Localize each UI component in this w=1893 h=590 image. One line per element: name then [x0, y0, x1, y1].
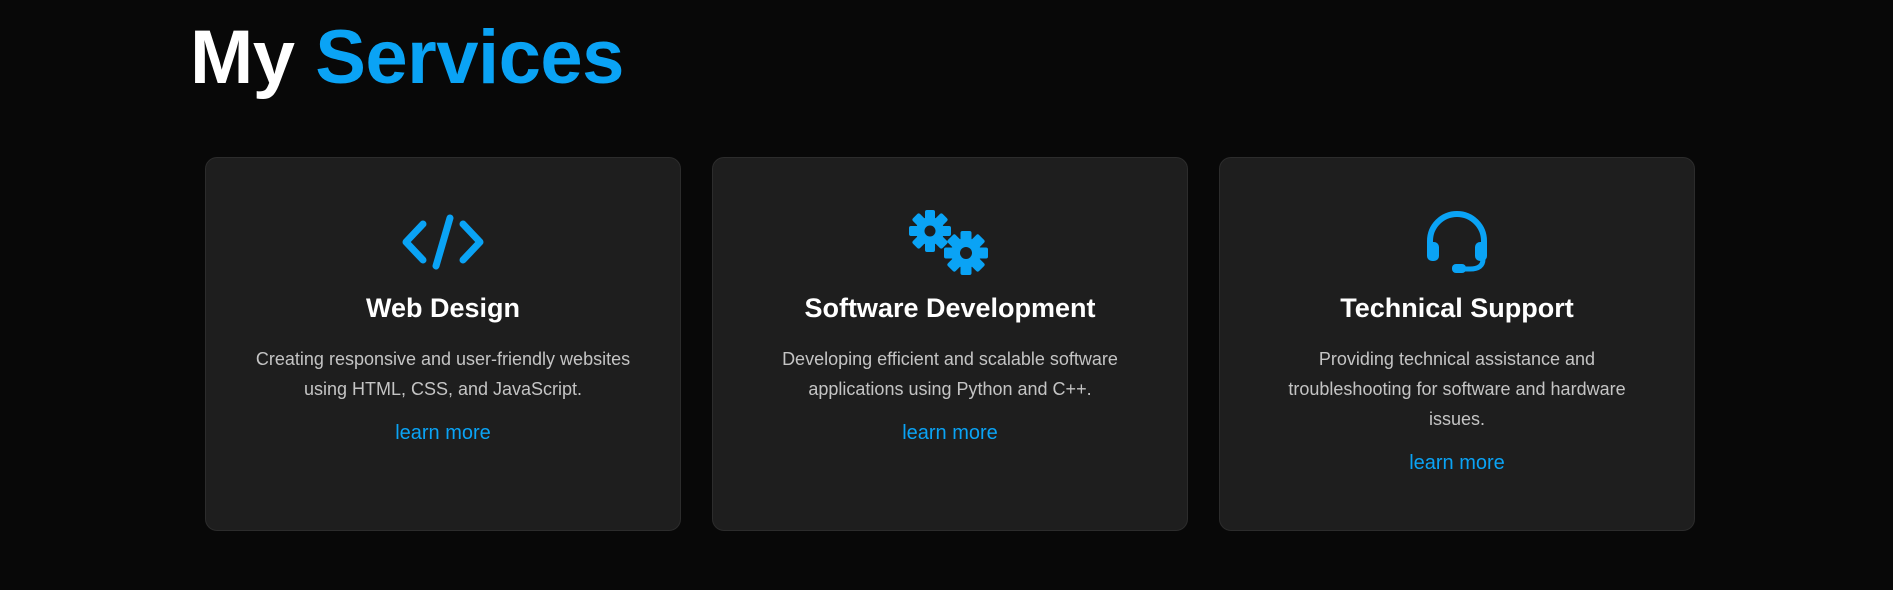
service-card-software-development: Software Development Developing efficien…: [712, 157, 1188, 531]
gears-icon: [908, 208, 992, 276]
learn-more-link[interactable]: learn more: [395, 422, 491, 445]
heading-prefix: My: [190, 15, 295, 100]
card-description: Providing technical assistance and troub…: [1288, 349, 1626, 430]
heading-accent: Services: [315, 15, 624, 100]
card-title: Web Design: [365, 293, 521, 323]
section-heading: My Services: [190, 12, 624, 103]
services-section: My Services Web Design Creating responsi…: [0, 0, 1893, 590]
card-description: Developing efficient and scalable softwa…: [782, 349, 1118, 400]
card-title: Technical Support: [1340, 293, 1574, 323]
service-card-web-design: Web Design Creating responsive and user-…: [205, 157, 681, 531]
card-title: Software Development: [804, 293, 1096, 323]
learn-more-link[interactable]: learn more: [902, 422, 998, 445]
services-cards: Web Design Creating responsive and user-…: [205, 157, 1695, 531]
code-icon: [401, 208, 485, 276]
learn-more-link[interactable]: learn more: [1409, 452, 1505, 475]
card-description: Creating responsive and user-friendly we…: [255, 349, 631, 400]
headset-icon: [1415, 208, 1499, 276]
service-card-technical-support: Technical Support Providing technical as…: [1219, 157, 1695, 531]
